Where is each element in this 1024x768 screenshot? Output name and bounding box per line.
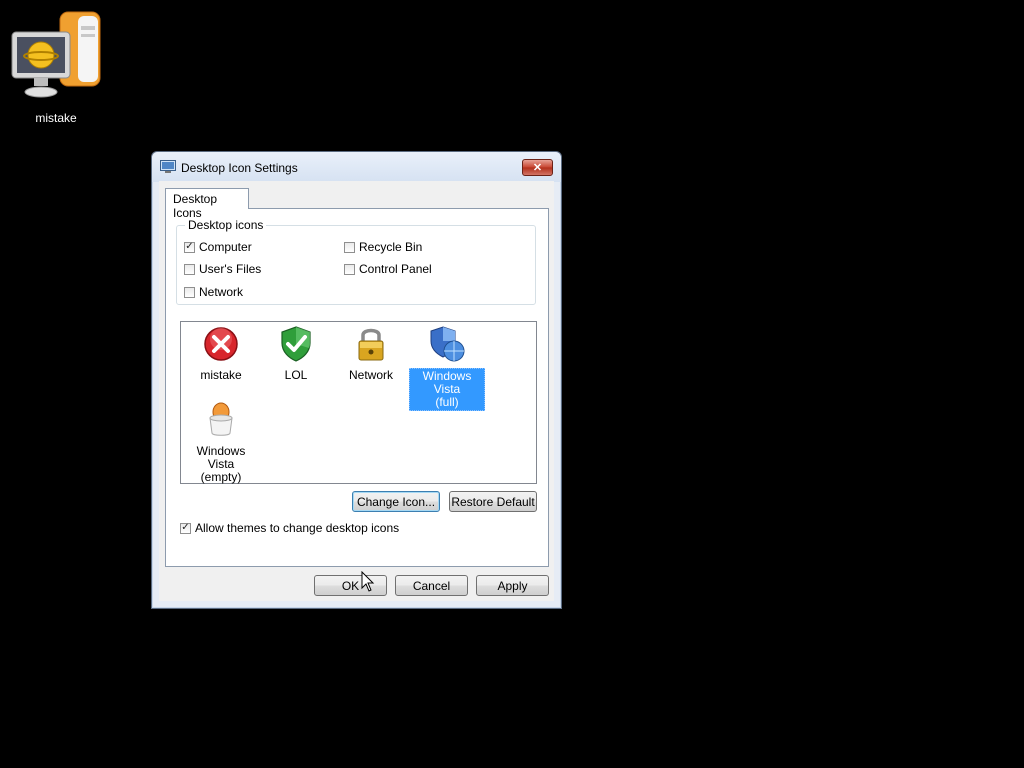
cancel-button[interactable]: Cancel (395, 575, 468, 596)
checkbox-network-label: Network (199, 285, 244, 299)
green-shield-check-icon (281, 326, 311, 362)
icon-label-line: Windows Vista (196, 444, 246, 471)
checkbox-control-panel[interactable]: Control Panel (344, 262, 432, 276)
list-item[interactable]: Network (333, 324, 409, 383)
red-error-icon (204, 327, 238, 361)
checkbox-users-files-box[interactable] (184, 263, 195, 275)
icon-label: mistake (200, 368, 242, 382)
mouse-cursor-icon (361, 571, 375, 592)
apply-button[interactable]: Apply (476, 575, 549, 596)
desktop-icon-settings-dialog: Desktop Icon Settings ✕ Desktop Icons De… (151, 151, 562, 609)
restore-default-button[interactable]: Restore Default (449, 491, 537, 512)
icon-label-line: (empty) (200, 470, 242, 484)
desktop: mistake Desktop Icon Settings ✕ Desktop … (0, 0, 1024, 768)
icon-label-line: (full) (435, 395, 459, 409)
dialog-client-area: Desktop Icons Desktop icons ✓ Computer R… (159, 181, 554, 601)
icon-label-selected: Windows Vista (full) (409, 368, 485, 411)
icon-label: Windows Vista (empty) (183, 444, 259, 485)
checkbox-computer[interactable]: ✓ Computer (184, 240, 252, 254)
icon-label: Network (348, 368, 393, 382)
checkbox-recycle-bin[interactable]: Recycle Bin (344, 240, 422, 254)
padlock-icon (358, 328, 384, 361)
shield-globe-icon (430, 326, 465, 362)
checkbox-users-files[interactable]: User's Files (184, 262, 261, 276)
icon-label: LOL (284, 368, 308, 382)
desktop-icons-group: Desktop icons ✓ Computer Recycle Bin Use… (176, 218, 536, 305)
checkbox-control-panel-box[interactable] (344, 263, 355, 275)
tab-desktop-icons[interactable]: Desktop Icons (165, 188, 249, 220)
checkbox-computer-box[interactable]: ✓ (184, 241, 195, 253)
list-item[interactable]: Windows Vista (empty) (183, 400, 259, 485)
list-item[interactable]: mistake (183, 324, 259, 383)
close-icon: ✕ (532, 162, 543, 174)
checkbox-control-panel-label: Control Panel (359, 262, 432, 276)
checkbox-network[interactable]: Network (184, 285, 243, 299)
tab-panel: Desktop icons ✓ Computer Recycle Bin Use… (165, 208, 549, 567)
checkbox-recycle-bin-label: Recycle Bin (359, 240, 423, 254)
icon-list[interactable]: mistake LOL Network Windows Vista (full)… (180, 321, 537, 484)
checkbox-allow-themes-box[interactable]: ✓ (180, 522, 191, 534)
checkbox-network-box[interactable] (184, 286, 195, 298)
title-bar[interactable]: Desktop Icon Settings ✕ (152, 152, 561, 182)
computer-icon (11, 11, 101, 98)
change-icon-button[interactable]: Change Icon... (352, 491, 440, 512)
checkbox-allow-themes-label: Allow themes to change desktop icons (195, 521, 400, 535)
checkbox-users-files-label: User's Files (199, 262, 262, 276)
desktop-icon-label: mistake (35, 111, 77, 125)
desktop-icon-mistake[interactable]: mistake (8, 10, 104, 125)
list-item[interactable]: LOL (258, 324, 334, 383)
group-label: Desktop icons (185, 218, 267, 232)
cup-icon (209, 402, 233, 436)
close-button[interactable]: ✕ (522, 159, 553, 176)
desktop-settings-icon (160, 160, 176, 173)
icon-label-line: Windows Vista (422, 369, 472, 396)
list-item-selected[interactable]: Windows Vista (full) (409, 324, 485, 411)
ok-button[interactable]: OK (314, 575, 387, 596)
window-title: Desktop Icon Settings (181, 161, 298, 175)
checkbox-recycle-bin-box[interactable] (344, 241, 355, 253)
checkbox-allow-themes[interactable]: ✓ Allow themes to change desktop icons (180, 521, 399, 535)
checkbox-computer-label: Computer (199, 240, 252, 254)
